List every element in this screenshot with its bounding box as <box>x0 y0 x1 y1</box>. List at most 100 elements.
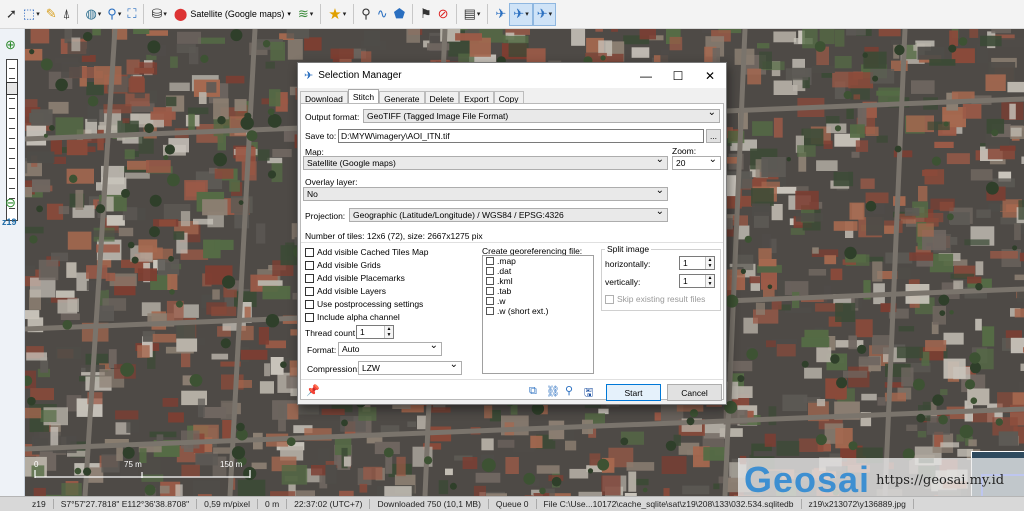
georef-dat[interactable]: .dat <box>483 266 593 276</box>
map-source-selector[interactable]: ⬤ Satellite (Google maps) ▾ <box>170 7 295 21</box>
add-point-button[interactable]: ⚲ <box>358 3 374 26</box>
status-time: 22:37:02 (UTC+7) <box>287 499 371 509</box>
checkbox[interactable] <box>486 257 494 265</box>
zoom-to-icon[interactable]: ⚲ <box>565 384 573 397</box>
add-path-button[interactable]: ∿ <box>374 3 391 26</box>
zoom-in-icon[interactable]: ⊕ <box>5 37 16 53</box>
maximize-button[interactable]: ☐ <box>662 63 694 88</box>
favorites-button[interactable]: ★ ▾ <box>325 3 349 26</box>
cancel-button[interactable]: Cancel <box>667 384 722 401</box>
gps-button[interactable]: ✈ <box>492 3 509 26</box>
flag-icon: ⚑ <box>420 6 432 21</box>
dialog-titlebar[interactable]: ✈ Selection Manager — ☐ ✕ <box>298 63 726 88</box>
copy-icon[interactable]: ⧉ <box>529 385 537 398</box>
checkbox[interactable] <box>305 260 314 270</box>
fullscreen-button[interactable]: ⛶ <box>124 3 139 26</box>
option-label: Add visible Layers <box>317 286 386 296</box>
zoom-select[interactable]: 20 <box>672 156 721 170</box>
georef-w-short[interactable]: .w (short ext.) <box>483 306 593 316</box>
compression-select[interactable]: LZW <box>358 361 462 375</box>
gps-track-button[interactable]: ✈ ▾ <box>509 2 533 26</box>
vertically-stepper[interactable]: 1 ▲ ▼ <box>679 274 715 288</box>
save-to-input[interactable]: D:\MYW\imagery\AOI_ITN.tif <box>338 129 704 143</box>
checkbox[interactable] <box>305 299 314 309</box>
selection-manager-dialog: ✈ Selection Manager — ☐ ✕ Download Stitc… <box>297 62 727 405</box>
checkbox[interactable] <box>486 307 494 315</box>
option-grids[interactable]: Add visible Grids <box>305 260 381 270</box>
map-select[interactable]: Satellite (Google maps) <box>303 156 668 170</box>
stepper-arrows-icon[interactable]: ▲ ▼ <box>705 275 714 287</box>
checkbox[interactable] <box>305 273 314 283</box>
option-placemarks[interactable]: Add visible Placemarks <box>305 273 405 283</box>
layers-button[interactable]: ≋ ▾ <box>295 3 316 26</box>
close-button[interactable]: ✕ <box>694 63 726 88</box>
pin-icon[interactable]: 📌 <box>306 384 320 397</box>
save-icon[interactable]: 🖫 <box>584 384 593 403</box>
checkbox[interactable] <box>486 287 494 295</box>
globe-button[interactable]: ◍ ▾ <box>82 3 104 26</box>
checkbox[interactable] <box>486 267 494 275</box>
add-polygon-button[interactable]: ⬟ <box>391 3 408 26</box>
option-cached-tiles[interactable]: Add visible Cached Tiles Map <box>305 247 429 257</box>
horizontally-stepper[interactable]: 1 ▲ ▼ <box>679 256 715 270</box>
projection-select[interactable]: Geographic (Latitude/Longitude) / WGS84 … <box>349 208 668 222</box>
compression-label: Compression: <box>307 364 360 374</box>
option-postprocessing[interactable]: Use postprocessing settings <box>305 299 423 309</box>
placemark-manager-button[interactable]: ⚑ <box>417 3 435 26</box>
stepper-arrows-icon[interactable]: ▲ ▼ <box>384 326 393 338</box>
stepper-arrows-icon[interactable]: ▲ ▼ <box>705 257 714 269</box>
link-icon[interactable]: ⛓ <box>546 385 560 398</box>
ruler-button[interactable]: ✎ <box>43 3 60 26</box>
georef-map[interactable]: .map <box>483 256 593 266</box>
placemark-icon: ⚲ <box>361 6 371 21</box>
checkbox[interactable] <box>605 294 614 304</box>
search-button[interactable]: ⚲ ▾ <box>104 3 124 26</box>
tiles-info: Number of tiles: 12x6 (72), size: 2667x1… <box>305 231 483 241</box>
zoom-tick <box>9 148 15 149</box>
stop-button[interactable]: ⊘ <box>435 3 452 26</box>
checkbox[interactable] <box>305 286 314 296</box>
checkbox[interactable] <box>486 277 494 285</box>
zoom-slider-thumb[interactable] <box>6 82 18 95</box>
horizontally-label: horizontally: <box>605 259 651 269</box>
browse-button[interactable]: ... <box>706 129 721 143</box>
gps-center-button[interactable]: ✈ ▾ <box>532 2 557 26</box>
output-format-select[interactable]: GeoTIFF (Tagged Image File Format) <box>363 109 720 123</box>
app-window: ➚ ⬚ ▾ ✎ ⍋ ◍ ▾ ⚲ ▾ ⛶ ⛁ ▾ ⬤ Satellite (Google … <box>0 0 1024 511</box>
option-alpha-channel[interactable]: Include alpha channel <box>305 312 400 322</box>
select-cursor-button[interactable]: ➚ <box>3 3 20 26</box>
minimize-button[interactable]: — <box>630 63 662 88</box>
skip-existing-option[interactable]: Skip existing result files <box>605 294 705 304</box>
map-source-label: Satellite (Google maps) <box>190 9 285 19</box>
zoom-out-icon[interactable]: ⊖ <box>5 195 16 211</box>
checkbox[interactable] <box>486 297 494 305</box>
thread-count-stepper[interactable]: 1 ▲ ▼ <box>356 325 394 339</box>
option-label: Include alpha channel <box>317 312 400 322</box>
georef-list[interactable]: .map .dat .kml .tab .w .w (short ext.) <box>482 255 594 374</box>
checkbox[interactable] <box>305 247 314 257</box>
option-label: Add visible Cached Tiles Map <box>317 247 429 257</box>
checkbox[interactable] <box>305 312 314 322</box>
cache-button[interactable]: ▤ ▾ <box>461 3 484 26</box>
zoom-tick <box>9 108 15 109</box>
satellite-icon: ✈ <box>495 6 507 21</box>
zoom-field-label: Zoom: <box>672 146 697 156</box>
scale-bar: 0 75 m 150 m <box>34 460 254 478</box>
option-layers[interactable]: Add visible Layers <box>305 286 386 296</box>
georef-w[interactable]: .w <box>483 296 593 306</box>
satellite-dish-icon: ⛁ <box>151 6 163 21</box>
overlay-layer-select[interactable]: No <box>303 187 668 201</box>
rectangle-select-button[interactable]: ⬚ ▾ <box>20 3 43 26</box>
zoom-tick <box>9 118 15 119</box>
close-icon: ✕ <box>704 68 716 83</box>
start-button[interactable]: Start <box>606 384 661 401</box>
georef-tab[interactable]: .tab <box>483 286 593 296</box>
compass-button[interactable]: ⍋ <box>60 3 74 26</box>
layers-source-button[interactable]: ⛁ ▾ <box>148 3 169 26</box>
format-label: Format: <box>307 345 337 355</box>
option-label: Add visible Grids <box>317 260 381 270</box>
format-select[interactable]: Auto <box>338 342 442 356</box>
tab-stitch[interactable]: Stitch <box>347 89 380 104</box>
georef-kml[interactable]: .kml <box>483 276 593 286</box>
georef-item-label: .kml <box>497 276 513 286</box>
